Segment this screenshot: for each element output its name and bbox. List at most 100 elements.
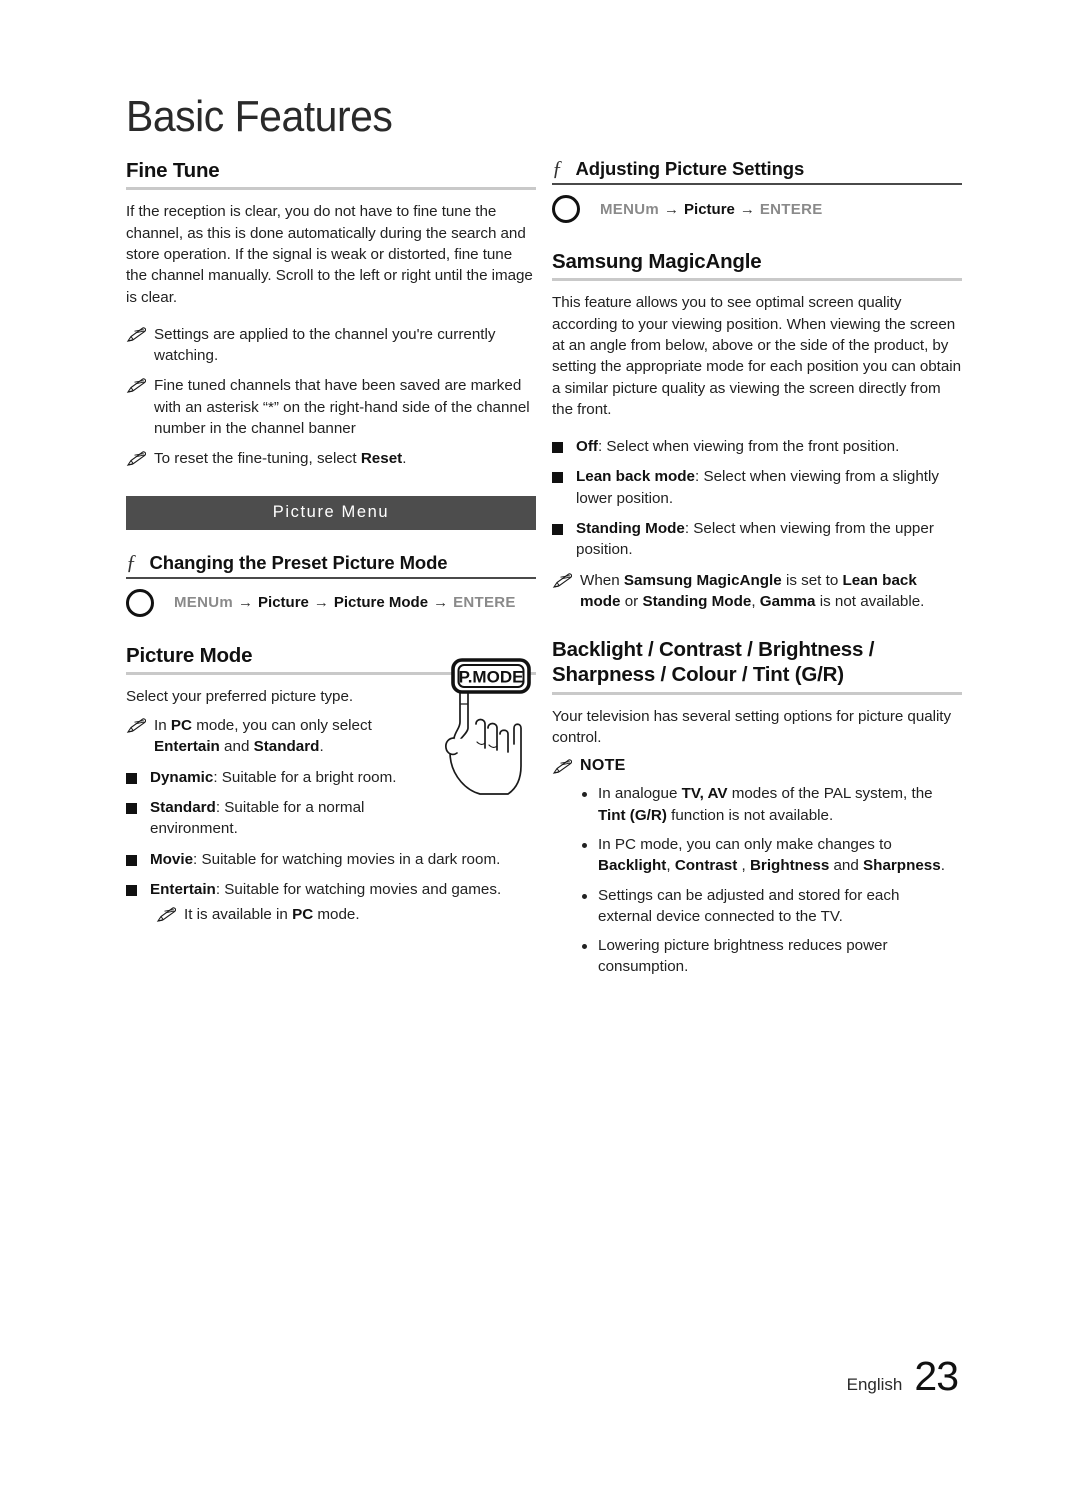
- pencil-note-icon: [126, 378, 146, 394]
- option-text: Standing Mode: Select when viewing from …: [576, 518, 962, 561]
- fine-tune-body: If the reception is clear, you do not ha…: [126, 203, 533, 306]
- bullet-text: In PC mode, you can only make changes to…: [598, 834, 962, 877]
- pencil-note-icon: [126, 327, 146, 342]
- square-bullet-icon: [126, 854, 137, 866]
- section-bar-picture-menu: Picture Menu: [126, 495, 536, 530]
- option-item: Standing Mode: Select when viewing from …: [552, 518, 962, 561]
- option-desc: : Suitable for watching movies and games…: [215, 880, 502, 898]
- note-seg: It is available in: [184, 906, 293, 924]
- note-item: It is available in PC mode.: [156, 904, 536, 925]
- heading-line-2: Sharpness / Colour / Tint (G/R): [552, 663, 844, 687]
- bullet-seg: function is not available.: [666, 806, 834, 824]
- bullet-seg: In analogue: [598, 785, 682, 803]
- option-desc: : Suitable for a bright room.: [213, 768, 397, 786]
- function-f-icon: ƒ: [552, 156, 563, 180]
- bullet-seg: modes of the PAL system, the: [727, 785, 933, 803]
- pencil-note-icon: [552, 572, 572, 588]
- note-seg-bold: Standard: [253, 738, 320, 756]
- menu-path-end: ENTERE: [453, 594, 516, 611]
- option-item: Lean back mode: Select when viewing from…: [552, 466, 962, 509]
- bullet-seg-bold: TV, AV: [681, 785, 728, 803]
- option-item: Entertain: Suitable for watching movies …: [126, 879, 536, 900]
- arrow-icon: →: [313, 594, 329, 611]
- option-text: Entertain: Suitable for watching movies …: [150, 879, 536, 900]
- note-seg-bold: PC: [170, 717, 192, 735]
- circle-o-icon: [126, 588, 154, 617]
- note-text: Fine tuned channels that have been saved…: [154, 377, 530, 437]
- note-seg: When: [580, 571, 624, 589]
- bullet-seg-bold: Brightness: [749, 857, 830, 875]
- note-seg: mode, you can only select: [192, 717, 372, 735]
- note-seg: is not available.: [815, 592, 925, 610]
- pmode-button-label: P.MODE: [459, 668, 524, 687]
- option-item: Standard: Suitable for a normal environm…: [126, 797, 426, 840]
- note-item: Fine tuned channels that have been saved…: [126, 375, 536, 439]
- pencil-note-icon: [552, 759, 572, 775]
- bullet-item: Settings can be adjusted and stored for …: [552, 885, 962, 928]
- bullet-seg-bold: Sharpness: [863, 857, 941, 875]
- note-text: In PC mode, you can only select Entertai…: [154, 715, 426, 758]
- magicangle-body: This feature allows you to see optimal s…: [552, 294, 961, 418]
- bullet-text: Lowering picture brightness reduces powe…: [598, 937, 888, 976]
- note-seg: In: [154, 717, 171, 735]
- footer-page-number: 23: [914, 1353, 959, 1399]
- menu-path-start: MENUm: [600, 200, 660, 218]
- heading-text: Adjusting Picture Settings: [575, 158, 805, 179]
- dot-bullet-icon: [582, 792, 587, 798]
- footer-language: English: [846, 1375, 903, 1394]
- heading-rule: [126, 576, 536, 579]
- option-text: Standard: Suitable for a normal environm…: [150, 797, 426, 840]
- note-item: Settings are applied to the channel you'…: [126, 324, 536, 367]
- square-bullet-icon: [126, 772, 137, 784]
- square-bullet-icon: [552, 442, 563, 454]
- note-seg: ,: [751, 592, 760, 610]
- option-item: Off: Select when viewing from the front …: [552, 436, 962, 457]
- option-name: Dynamic: [150, 768, 214, 786]
- bullet-item: In PC mode, you can only make changes to…: [552, 834, 962, 877]
- circle-o-icon: [552, 195, 580, 223]
- heading-line-1: Backlight / Contrast / Brightness /: [552, 638, 875, 662]
- bullet-seg: ,: [666, 857, 675, 875]
- note-text: It is available in PC mode.: [184, 904, 536, 925]
- heading-adjusting-picture-settings: ƒ Adjusting Picture Settings: [552, 158, 962, 180]
- dot-bullet-icon: [582, 843, 587, 848]
- left-column: Fine Tune If the reception is clear, you…: [126, 158, 536, 934]
- arrow-icon: →: [739, 200, 755, 218]
- note-item: When Samsung MagicAngle is set to Lean b…: [552, 570, 962, 613]
- square-bullet-icon: [126, 884, 137, 896]
- bullet-seg-bold: Tint (G/R): [598, 806, 667, 824]
- heading-text: Changing the Preset Picture Mode: [149, 551, 448, 573]
- option-item: Movie: Suitable for watching movies in a…: [126, 849, 536, 870]
- heading-rule: [552, 183, 962, 185]
- note-item: To reset the fine-tuning, select Reset.: [126, 448, 536, 469]
- heading-backlight-contrast: Backlight / Contrast / Brightness / Sharp…: [552, 637, 962, 688]
- square-bullet-icon: [552, 472, 563, 484]
- bullet-seg: .: [940, 857, 945, 875]
- note-text-bold: Reset: [360, 450, 403, 468]
- option-text: Lean back mode: Select when viewing from…: [576, 466, 962, 509]
- menu-path-end: ENTERE: [759, 200, 823, 218]
- manual-page: Basic Features Fine Tune If the receptio…: [0, 0, 1080, 1496]
- option-text: Off: Select when viewing from the front …: [576, 436, 962, 457]
- menu-path-step: Picture: [684, 200, 735, 218]
- note-text: When Samsung MagicAngle is set to Lean b…: [580, 570, 932, 613]
- note-seg-bold: PC: [292, 906, 314, 924]
- square-bullet-icon: [552, 523, 563, 535]
- note-text-suffix: .: [402, 450, 407, 468]
- note-seg: is set to: [781, 571, 843, 589]
- option-text: Movie: Suitable for watching movies in a…: [150, 849, 536, 870]
- menu-path-step: Picture: [258, 594, 309, 611]
- heading-samsung-magicangle: Samsung MagicAngle: [552, 250, 762, 273]
- note-seg: and: [219, 738, 254, 756]
- note-seg: mode.: [313, 906, 360, 924]
- option-name: Standard: [150, 799, 216, 817]
- menu-path-picture: MENUm → Picture → ENTERE: [552, 195, 962, 223]
- bullet-seg: ,: [737, 857, 750, 875]
- heading-rule: [552, 278, 962, 282]
- square-bullet-icon: [126, 803, 137, 815]
- option-name: Entertain: [150, 880, 216, 898]
- bullet-seg-bold: Backlight: [598, 857, 667, 875]
- right-column: ƒ Adjusting Picture Settings MENUm → Pic…: [552, 158, 962, 986]
- note-seg: .: [319, 738, 324, 756]
- bullet-item: Lowering picture brightness reduces powe…: [552, 935, 962, 978]
